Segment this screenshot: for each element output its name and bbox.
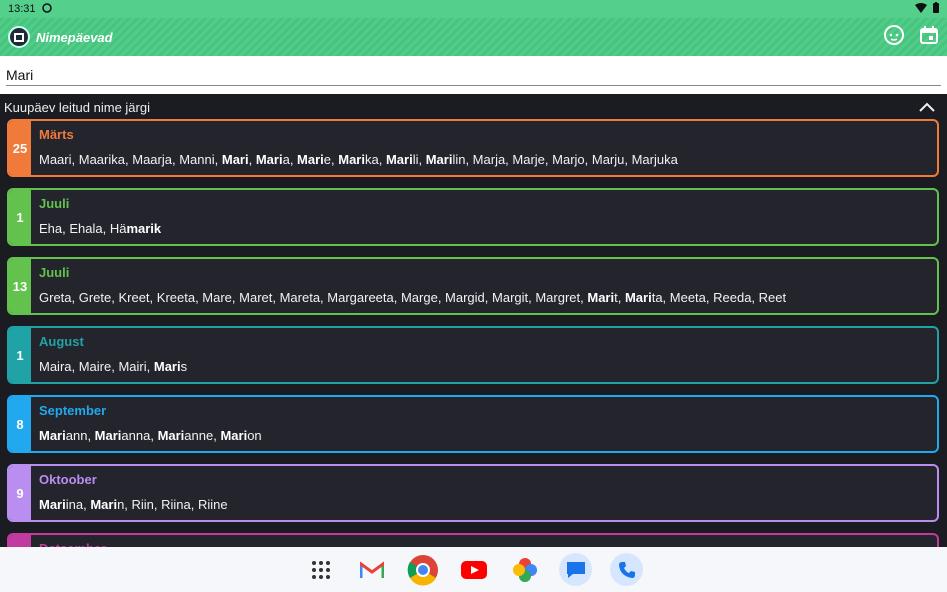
card-month: August <box>39 334 84 349</box>
app-title: Nimepäevad <box>36 29 113 45</box>
messages-icon[interactable] <box>559 553 592 586</box>
card-day: 1 <box>9 328 31 382</box>
card-names: Mariina, Marin, Riin, Riina, Riine <box>39 497 228 512</box>
card-month: Juuli <box>39 265 70 280</box>
navigation-dock <box>0 547 947 592</box>
card-names: Maira, Maire, Mairi, Maris <box>39 359 188 374</box>
section-title: Kuupäev leitud nime järgi <box>4 99 150 115</box>
card-day: 25 <box>9 121 31 175</box>
card-month: Märts <box>39 127 74 142</box>
card-day <box>9 535 31 547</box>
name-day-card[interactable]: 13 Juuli Greta, Grete, Kreet, Kreeta, Mare… <box>7 257 939 315</box>
card-day: 13 <box>9 259 31 313</box>
chevron-up-icon[interactable] <box>919 100 935 115</box>
status-time: 13:31 <box>8 3 36 15</box>
calendar-icon[interactable] <box>919 25 939 50</box>
name-day-card[interactable]: 9 Oktoober Mariina, Marin, Riin, Riina, Ri… <box>7 464 939 522</box>
phone-icon[interactable] <box>610 553 643 586</box>
card-day: 1 <box>9 190 31 244</box>
card-day: 9 <box>9 466 31 520</box>
name-day-card[interactable]: 1 August Maira, Maire, Mairi, Maris <box>7 326 939 384</box>
name-day-card[interactable]: 8 September Mariann, Marianna, Marianne, M… <box>7 395 939 453</box>
app-bar: Nimepäevad <box>0 18 947 56</box>
section-header[interactable]: Kuupäev leitud nime järgi <box>0 97 947 117</box>
card-names: Greta, Grete, Kreet, Kreeta, Mare, Maret… <box>39 290 787 305</box>
baby-face-icon[interactable] <box>883 24 905 51</box>
name-day-card[interactable]: 1 Juuli Eha, Ehala, Hämarik <box>7 188 939 246</box>
status-bar: 13:31 <box>0 0 947 18</box>
card-month: September <box>39 403 107 418</box>
card-month: Oktoober <box>39 472 97 487</box>
notification-icon <box>41 2 52 16</box>
name-day-card[interactable]: 25 Märts Maari, Maarika, Maarja, Manni, Ma… <box>7 119 939 177</box>
name-day-card[interactable]: Detsember <box>7 533 939 547</box>
app-logo-icon <box>8 26 30 48</box>
chrome-icon[interactable] <box>406 553 439 586</box>
card-month: Juuli <box>39 196 70 211</box>
app-drawer-icon[interactable] <box>304 553 337 586</box>
wifi-icon <box>915 2 927 16</box>
youtube-icon[interactable] <box>457 553 490 586</box>
name-day-list: 25 Märts Maari, Maarika, Maarja, Manni, Ma… <box>0 119 947 547</box>
search-bar <box>0 56 947 94</box>
gmail-icon[interactable] <box>355 553 388 586</box>
card-day: 8 <box>9 397 31 451</box>
card-names: Eha, Ehala, Hämarik <box>39 221 162 236</box>
battery-icon <box>933 2 939 16</box>
photos-icon[interactable] <box>508 553 541 586</box>
card-names: Maari, Maarika, Maarja, Manni, Mari, Mar… <box>39 152 678 167</box>
card-names: Mariann, Marianna, Marianne, Marion <box>39 428 262 443</box>
search-input[interactable] <box>6 64 941 86</box>
